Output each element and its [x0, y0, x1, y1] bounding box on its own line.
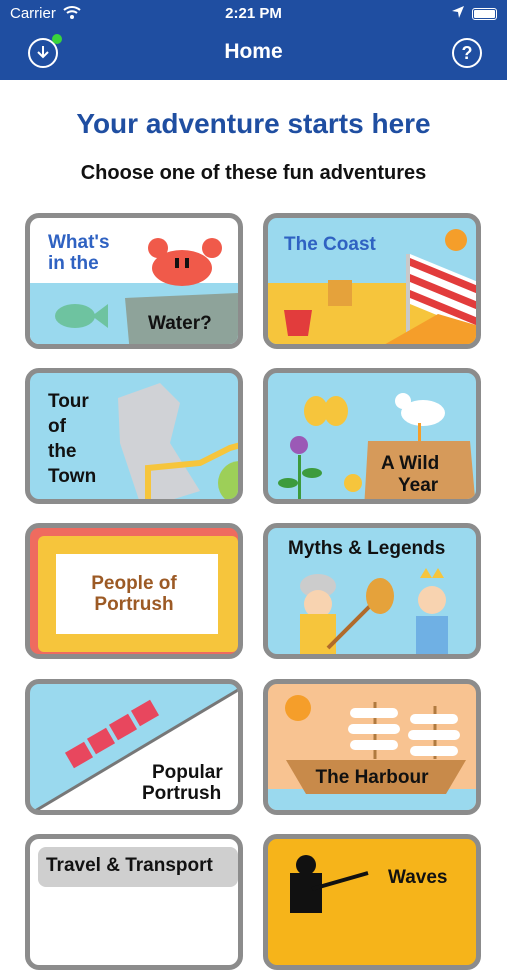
help-icon: ? — [461, 42, 473, 63]
soldier-icon — [290, 855, 369, 913]
clock: 2:21 PM — [225, 5, 282, 22]
card-the-coast[interactable]: The Coast — [263, 213, 481, 349]
thistle-icon — [278, 436, 322, 499]
harbour-illustration — [268, 695, 476, 810]
card-label-line3: Water? — [148, 313, 212, 334]
card-people-of-portrush[interactable]: People of Portrush — [25, 523, 243, 659]
card-label-line2: of — [48, 416, 66, 437]
help-button[interactable]: ? — [452, 38, 482, 68]
card-label: The Coast — [284, 234, 376, 255]
viking-icon — [300, 574, 336, 654]
page-title: Home — [224, 40, 283, 63]
card-label: Myths & Legends — [288, 538, 446, 559]
card-tour-of-the-town[interactable]: Tour of the Town — [25, 368, 243, 504]
card-label-line1: Tour — [48, 391, 89, 412]
card-label-line2: Portrush — [94, 594, 174, 615]
card-label-line2: Year — [398, 475, 439, 496]
card-label-line3: the — [48, 441, 77, 462]
sandcastle-icon — [328, 280, 352, 306]
crab-icon — [148, 238, 222, 286]
card-label-line1: People of — [91, 573, 177, 594]
sails-icon — [348, 708, 460, 756]
card-the-harbour[interactable]: The Harbour — [263, 679, 481, 815]
card-whats-in-the-water[interactable]: What's in the Water? — [25, 213, 243, 349]
bucket-icon — [284, 310, 312, 336]
card-popular-portrush[interactable]: Popular Portrush — [25, 679, 243, 815]
card-label-line1: A Wild — [381, 453, 440, 474]
hero-heading: Your adventure starts here — [76, 108, 431, 139]
seagull-icon — [395, 393, 445, 441]
butterfly-icon — [304, 396, 348, 426]
card-label-line2: in the — [48, 253, 99, 274]
card-label-line1: What's — [48, 232, 110, 253]
location-icon — [452, 6, 464, 18]
card-label-line1: Popular — [152, 762, 223, 783]
card-label: Travel & Transport — [46, 855, 213, 876]
battery-icon — [472, 8, 497, 20]
hero-subheading: Choose one of these fun adventures — [80, 162, 427, 184]
card-myths-and-legends[interactable]: Myths & Legends — [263, 523, 481, 659]
snail-icon — [344, 474, 362, 492]
nav-bar: Home ? — [0, 28, 507, 80]
card-waves[interactable]: Waves — [263, 834, 481, 970]
axe-icon — [326, 578, 394, 650]
card-label: The Harbour — [315, 767, 429, 788]
card-label-line4: Town — [48, 466, 97, 487]
card-a-wild-year[interactable]: A Wild Year — [263, 368, 481, 504]
princess-icon — [416, 568, 448, 654]
card-travel-and-transport[interactable]: Travel & Transport — [25, 834, 243, 970]
soldier-illustration — [290, 855, 369, 913]
card-label: Waves — [388, 867, 448, 888]
status-bar: Carrier 2:21 PM — [0, 0, 507, 28]
wild-year-illustration — [278, 393, 476, 499]
card-label-line2: Portrush — [142, 783, 222, 804]
